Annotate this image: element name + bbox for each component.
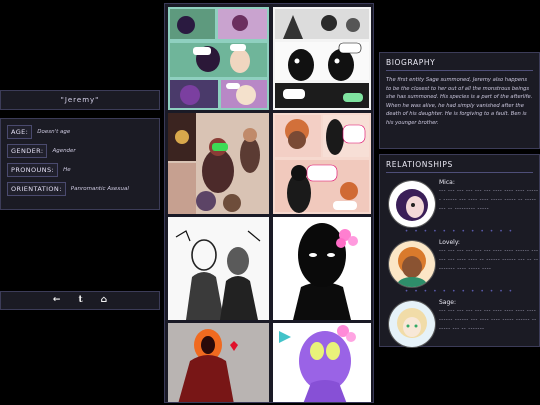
sage-avatar[interactable] — [388, 300, 436, 348]
relationship-description: --- --- --- --- --- --- ---- ---- ------… — [439, 248, 539, 272]
comic-panel-image[interactable] — [273, 113, 371, 214]
home-icon[interactable]: ⌂ — [101, 296, 107, 305]
relationship-separator: • • • • • • • • • • • • — [404, 228, 515, 235]
tumblr-icon[interactable]: t — [78, 296, 82, 305]
pronouns-row: PRONOUNS: He — [7, 163, 153, 177]
relationship-description: --- --- --- --- --- --- ---- ---- ---- -… — [439, 188, 539, 212]
biography-text: The first entity Sage summoned, Jeremy a… — [386, 77, 533, 126]
character-art-image[interactable] — [168, 323, 269, 402]
orientation-label: ORIENTATION: — [7, 182, 66, 196]
relationship-name: Lovely: — [439, 239, 460, 246]
character-name: "Jeremy" — [60, 96, 100, 104]
lovely-avatar[interactable] — [388, 240, 436, 288]
comic-panel-image[interactable] — [168, 7, 269, 110]
profile-info-panel: AGE: Doesn't age GENDER: Agender PRONOUN… — [0, 118, 160, 210]
sketch-image[interactable] — [168, 217, 269, 320]
biography-panel: BIOGRAPHY The first entity Sage summoned… — [379, 52, 540, 149]
comic-panel-image[interactable] — [273, 7, 371, 110]
relationship-item: Sage: --- --- --- --- --- --- ---- ---- … — [386, 298, 536, 348]
gender-row: GENDER: Agender — [7, 144, 153, 158]
character-art-image[interactable] — [273, 217, 371, 320]
character-name-bar: "Jeremy" — [0, 90, 160, 110]
character-art-image[interactable] — [273, 323, 371, 402]
nav-bar: ← t ⌂ — [0, 291, 160, 310]
biography-title: BIOGRAPHY — [386, 58, 533, 71]
relationship-item: Mica: --- --- --- --- --- --- ---- ---- … — [386, 178, 538, 228]
age-row: AGE: Doesn't age — [7, 125, 153, 139]
relationship-name: Sage: — [439, 299, 457, 306]
relationships-panel: RELATIONSHIPS Mica: --- --- --- --- --- … — [379, 154, 540, 348]
pronouns-value: He — [63, 167, 71, 173]
age-label: AGE: — [7, 125, 33, 139]
gender-label: GENDER: — [7, 144, 48, 158]
relationship-item: Lovely: --- --- --- --- --- --- ---- ---… — [386, 238, 538, 288]
relationship-name: Mica: — [439, 179, 455, 186]
mica-avatar[interactable] — [388, 180, 436, 228]
orientation-row: ORIENTATION: Panromantic Asexual — [7, 182, 153, 196]
age-value: Doesn't age — [37, 129, 71, 135]
orientation-value: Panromantic Asexual — [70, 186, 129, 192]
relationships-title: RELATIONSHIPS — [386, 160, 533, 173]
relationship-description: --- --- --- --- --- --- ---- ---- ---- -… — [439, 308, 537, 332]
pronouns-label: PRONOUNS: — [7, 163, 59, 177]
back-arrow-icon[interactable]: ← — [53, 296, 61, 305]
gender-value: Agender — [52, 148, 76, 154]
relationship-separator: • • • • • • • • • • • • — [404, 288, 515, 295]
sketch-image[interactable] — [168, 113, 269, 214]
art-gallery — [164, 3, 374, 403]
